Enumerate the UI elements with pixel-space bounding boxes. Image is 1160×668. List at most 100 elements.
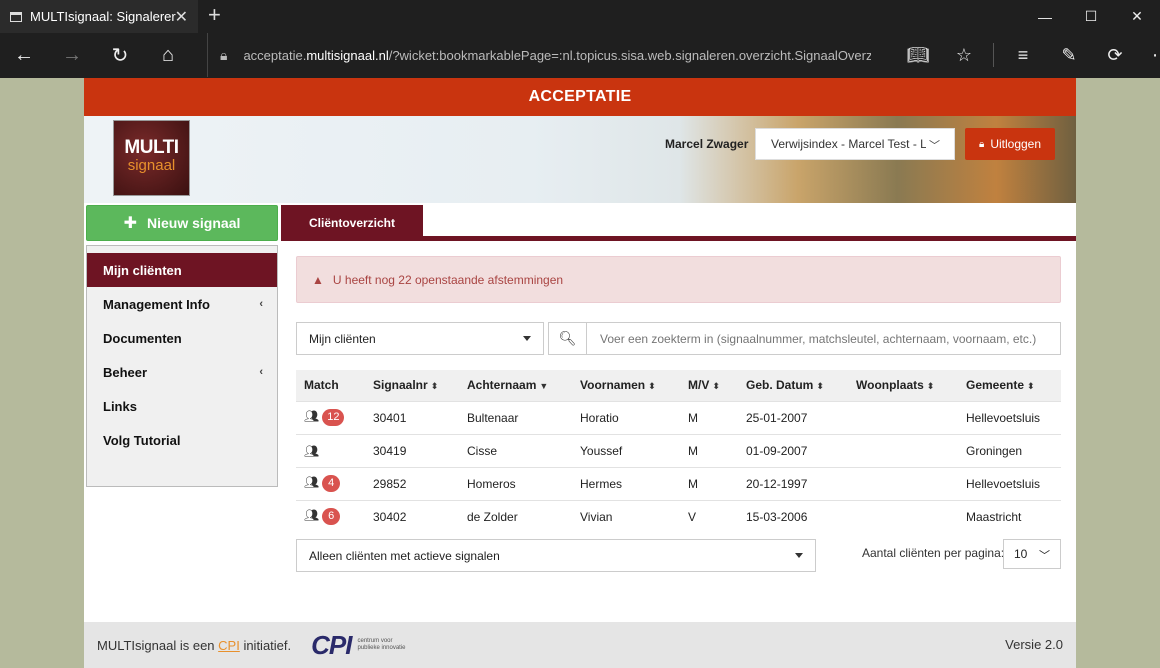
match-cell: 👥︎ 4 [296,466,365,500]
cell: M [680,400,738,434]
multisignaal-logo[interactable]: MULTI signaal [113,120,190,196]
chevron-left-icon: ‹ [259,366,263,378]
reading-view-icon[interactable]: 📖︎ [895,45,941,66]
url-text[interactable]: acceptatie.multisignaal.nl/?wicket:bookm… [243,48,871,63]
cell: Horatio [572,400,680,434]
tab-clientoverzicht[interactable]: Cliëntoverzicht [281,205,423,241]
cell [848,400,958,434]
footer: MULTIsignaal is een CPI initiatief. CPI … [84,622,1076,668]
version-label: Versie 2.0 [1005,637,1063,652]
table-row[interactable]: 👥︎ 12 30401 Bultenaar Horatio M 25-01-200… [296,400,1061,434]
column-header-achternaam[interactable]: Achternaam ▼ [459,370,572,401]
cell: Bultenaar [459,400,572,434]
sort-icon: ⬍ [926,381,935,392]
match-badge: 6 [322,508,341,526]
address-bar[interactable]: 🔒︎ acceptatie.multisignaal.nl/?wicket:bo… [207,33,887,77]
sidebar-item-links[interactable]: Links [87,389,277,423]
cell: Cisse [459,433,572,467]
client-filter-select[interactable]: Mijn cliënten [296,322,544,355]
back-icon[interactable]: ← [0,33,48,77]
column-header-match: Match [296,370,365,401]
more-icon[interactable]: ⋯ [1138,45,1160,66]
cell: 01-09-2007 [738,433,848,467]
browser-tab[interactable]: MULTIsignaal: Signalerer ✕ [0,0,198,33]
group-icon: 👥︎ [304,409,320,423]
match-badge: 12 [322,409,345,426]
sidebar-item-volg-tutorial[interactable]: Volg Tutorial [87,423,277,457]
forward-icon[interactable]: → [48,33,96,77]
cell [848,499,958,533]
user-name: Marcel Zwager [665,137,749,151]
table-row[interactable]: 👥︎ 6 30402 de Zolder Vivian V 15-03-2006 … [296,499,1061,533]
cell: 20-12-1997 [738,466,848,500]
minimize-icon[interactable]: — [1022,0,1068,33]
cpi-link[interactable]: CPI [218,638,240,653]
per-page-label: Aantal cliënten per pagina: [862,546,1005,560]
share-icon[interactable]: ⟳ [1092,45,1138,66]
match-badge: 4 [322,475,341,492]
footer-text: MULTIsignaal is een CPI initiatief. [97,637,292,653]
nav-bar: ← → ↻ ⌂ 🔒︎ acceptatie.multisignaal.nl/?w… [0,33,1160,77]
sidebar-item-management-info[interactable]: Management Info ‹ [87,287,277,321]
maximize-icon[interactable]: ☐ [1068,0,1114,33]
cell: 30419 [365,433,459,467]
cell: de Zolder [459,499,572,533]
search-input[interactable] [586,322,1061,355]
cell: Hermes [572,466,680,500]
match-cell: 👥︎ [296,433,365,467]
column-header-mv[interactable]: M/V ⬍ [680,370,738,401]
sidebar-item-mijn-clienten[interactable]: Mijn cliënten [87,253,277,287]
refresh-icon[interactable]: ↻ [96,33,144,77]
per-page-select[interactable]: 10 ﹀ [1003,539,1061,569]
hub-icon[interactable]: ≡ [1000,45,1046,66]
column-header-voornamen[interactable]: Voornamen ⬍ [572,370,680,401]
close-window-icon[interactable]: ✕ [1114,0,1160,33]
cpi-logo[interactable]: CPI [311,630,352,661]
sidebar-item-documenten[interactable]: Documenten [87,321,277,355]
chevron-down-icon: ﹀ [1039,550,1050,562]
table-header-row: Match Signaalnr ⬍ Achternaam ▼ Voornamen ⬍ … [296,370,1061,401]
favorite-star-icon[interactable]: ☆ [941,45,987,66]
page: ACCEPTATIE MULTI signaal Marcel Zwager V… [84,78,1076,668]
group-icon: 👥︎ [304,508,320,523]
sort-desc-icon: ▼ [539,381,549,392]
cell: M [680,466,738,500]
group-icon: 👥︎ [304,475,320,489]
column-header-woonplaats[interactable]: Woonplaats ⬍ [848,370,958,401]
web-note-icon[interactable]: ✎ [1046,45,1092,66]
lock-icon: 🔒︎ [978,138,985,150]
active-signals-select[interactable]: Alleen cliënten met actieve signalen [296,539,816,572]
new-signal-button[interactable]: ✚ Nieuw signaal [86,205,278,241]
cell: Youssef [572,433,680,467]
close-tab-icon[interactable]: ✕ [175,7,188,27]
cell: Hellevoetsluis [958,400,1061,434]
home-icon[interactable]: ⌂ [144,33,192,77]
environment-banner: ACCEPTATIE [84,78,1076,116]
cell: 29852 [365,466,459,500]
table-row[interactable]: 👥︎ 4 29852 Homeros Hermes M 20-12-1997 He… [296,466,1061,500]
logout-button[interactable]: 🔒︎ Uitloggen [965,128,1055,160]
caret-down-icon [523,336,531,341]
search-button[interactable]: 🔍︎ [548,322,587,355]
cell: V [680,499,738,533]
sort-icon: ⬍ [712,381,720,392]
warning-icon: ▲ [312,272,324,287]
sort-icon: ⬍ [816,381,824,392]
table-row[interactable]: 👥︎ 30419 Cisse Youssef M 01-09-2007 Gron… [296,433,1061,467]
sort-icon: ⬍ [1027,381,1035,392]
match-cell: 👥︎ 6 [296,499,365,533]
page-icon [10,11,22,22]
sort-icon: ⬍ [648,381,656,392]
chevron-left-icon: ‹ [259,298,263,310]
column-header-gemeente[interactable]: Gemeente ⬍ [958,370,1061,401]
tab-title: MULTIsignaal: Signalerer [30,9,176,24]
cell: 25-01-2007 [738,400,848,434]
column-header-geb-datum[interactable]: Geb. Datum ⬍ [738,370,848,401]
new-tab-icon[interactable]: + [208,4,221,26]
cell [848,466,958,500]
sidebar-item-beheer[interactable]: Beheer ‹ [87,355,277,389]
cell: Vivian [572,499,680,533]
cell: 30401 [365,400,459,434]
column-header-signaalnr[interactable]: Signaalnr ⬍ [365,370,459,401]
organisation-select[interactable]: Verwijsindex - Marcel Test - Lokaal ﹀ [755,128,955,160]
